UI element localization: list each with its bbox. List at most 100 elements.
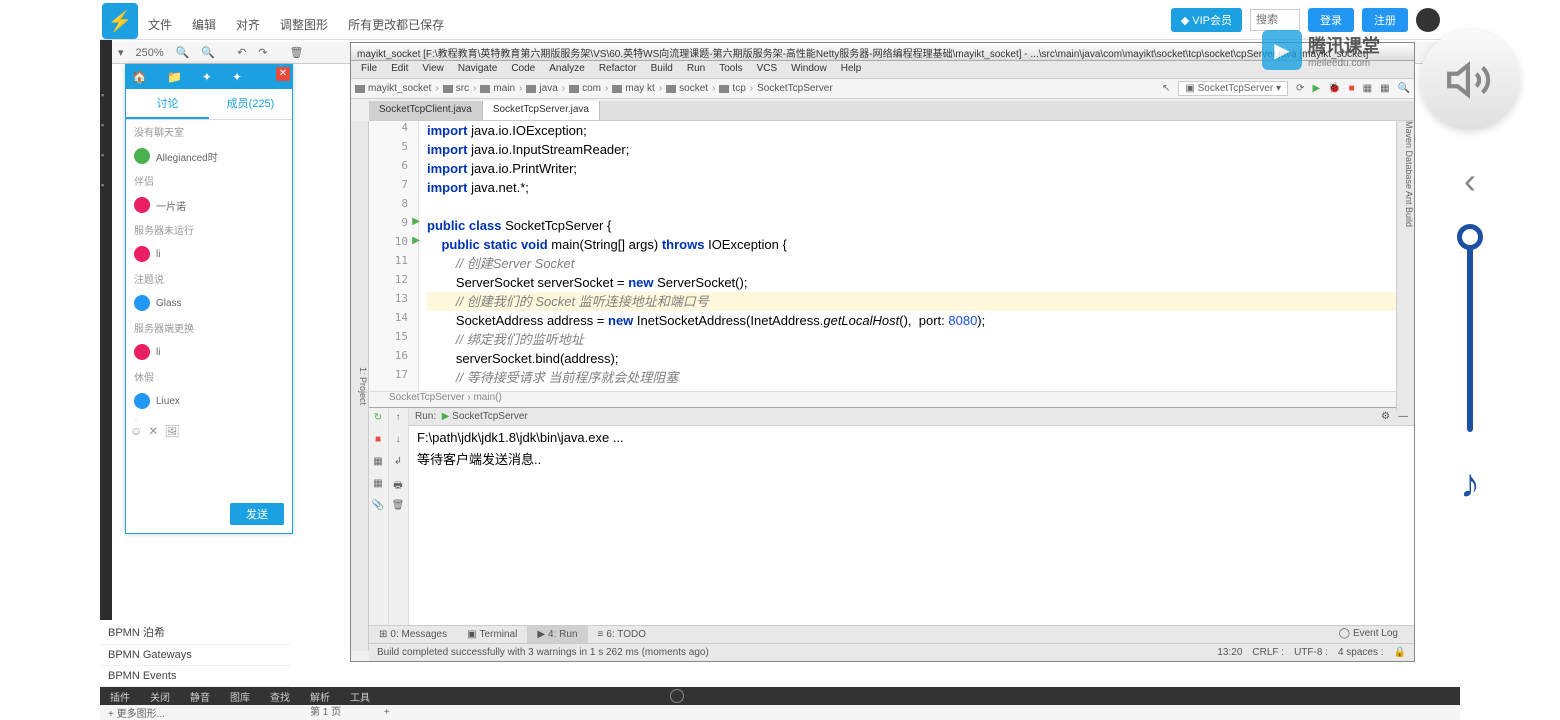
power-icon[interactable]	[670, 689, 684, 703]
search-input[interactable]	[1250, 9, 1300, 31]
encoding[interactable]: UTF-8 :	[1294, 647, 1328, 658]
search-icon[interactable]: 🔍	[1398, 83, 1410, 94]
list-item[interactable]: li	[126, 339, 292, 365]
delete-icon[interactable]: 🗑	[290, 46, 304, 59]
layout-icon[interactable]: ▦	[371, 456, 385, 470]
bc-item[interactable]: socket	[666, 83, 708, 94]
list-item[interactable]: Liuex	[126, 388, 292, 414]
list-item[interactable]: BPMN 泊希	[100, 620, 290, 645]
sidebar-icon[interactable]: ▪	[101, 180, 111, 190]
code-area[interactable]: import java.io.IOException;import java.i…	[419, 121, 1396, 391]
bc-item[interactable]: may kt	[612, 83, 654, 94]
menu-edit[interactable]: Edit	[385, 61, 414, 78]
register-button[interactable]: 注册	[1362, 8, 1408, 32]
sidebar-icon[interactable]: ▪	[101, 150, 111, 160]
image-icon[interactable]: 🖼	[164, 424, 179, 438]
menu-code[interactable]: Code	[505, 61, 541, 78]
console[interactable]: F:\path\jdk\jdk1.8\jdk\bin\java.exe ... …	[409, 426, 1414, 627]
menu-refactor[interactable]: Refactor	[593, 61, 643, 78]
gear-icon[interactable]: ⚙	[1381, 411, 1390, 422]
folder-icon[interactable]: 📁	[167, 70, 182, 84]
tab-terminal[interactable]: ▣ Terminal	[457, 626, 527, 643]
rerun-icon[interactable]: ↻	[371, 412, 385, 426]
cursor-pos[interactable]: 13:20	[1217, 647, 1242, 658]
right-tools[interactable]: Maven Database Ant Build	[1396, 121, 1414, 411]
bottom-item[interactable]: 插件	[110, 689, 130, 704]
login-button[interactable]: 登录	[1308, 8, 1354, 32]
bc-item[interactable]: java	[526, 83, 557, 94]
menu-window[interactable]: Window	[785, 61, 833, 78]
event-log[interactable]: ◯ Event Log	[1329, 626, 1408, 641]
menu-help[interactable]: Help	[835, 61, 868, 78]
add-page-icon[interactable]: +	[384, 707, 390, 718]
menu-edit[interactable]: 编辑	[182, 10, 226, 39]
stop-icon[interactable]: ■	[371, 434, 385, 448]
menu-analyze[interactable]: Analyze	[543, 61, 591, 78]
menu-vcs[interactable]: VCS	[751, 61, 784, 78]
emoji-icon[interactable]: ☺	[130, 424, 142, 438]
minimize-icon[interactable]: —	[1398, 411, 1408, 422]
bc-item[interactable]: com	[569, 83, 601, 94]
bottom-item[interactable]: 解析	[310, 689, 330, 704]
list-item[interactable]: Glass	[126, 290, 292, 316]
zoom-in-icon[interactable]: 🔍	[201, 46, 215, 59]
bottom-item[interactable]: 查找	[270, 689, 290, 704]
list-item[interactable]: 一片诺	[126, 192, 292, 218]
debug-icon[interactable]: 🐞	[1328, 83, 1340, 94]
line-sep[interactable]: CRLF :	[1252, 647, 1284, 658]
menu-align[interactable]: 对齐	[226, 10, 270, 39]
layout-icon[interactable]: ▦	[1363, 83, 1372, 94]
bc-item[interactable]: mayikt_socket	[355, 83, 431, 94]
volume-slider[interactable]	[1467, 232, 1473, 432]
home-icon[interactable]: 🏠	[132, 70, 147, 84]
menu-file[interactable]: File	[355, 61, 383, 78]
layout-icon[interactable]: ▦	[1380, 83, 1389, 94]
project-tool[interactable]: 1: Project	[351, 121, 369, 651]
stop-icon[interactable]: ■	[1349, 83, 1355, 94]
send-button[interactable]: 发送	[230, 503, 284, 525]
menu-build[interactable]: Build	[645, 61, 679, 78]
bottom-item[interactable]: 工具	[350, 689, 370, 704]
run-icon[interactable]: ▶	[1312, 83, 1320, 94]
menu-run[interactable]: Run	[681, 61, 711, 78]
music-note-icon[interactable]: ♪	[1460, 462, 1480, 507]
tab-members[interactable]: 成员(225)	[209, 89, 292, 119]
attach-icon[interactable]: 📎	[371, 500, 385, 514]
menu-tools[interactable]: Tools	[713, 61, 748, 78]
bottom-item[interactable]: 关闭	[150, 689, 170, 704]
search-icon[interactable]: ↖	[1162, 83, 1170, 94]
slider-thumb[interactable]	[1457, 224, 1483, 250]
bottom-item[interactable]: 静音	[190, 689, 210, 704]
lock-icon[interactable]: 🔒	[1394, 647, 1406, 658]
zoom-level[interactable]: 250%	[136, 47, 164, 59]
editor[interactable]: 456789▶10▶11121314151617 import java.io.…	[369, 121, 1396, 391]
bc-item[interactable]: tcp	[719, 83, 745, 94]
zoom-out-icon[interactable]: 🔍	[176, 46, 190, 59]
indent[interactable]: 4 spaces :	[1338, 647, 1384, 658]
print-icon[interactable]: 🖶	[391, 478, 405, 492]
bottom-item[interactable]: 图库	[230, 689, 250, 704]
close-icon[interactable]: ✕	[276, 67, 290, 81]
vip-badge[interactable]: ◆ VIP会员	[1171, 8, 1242, 32]
star-icon[interactable]: ✦	[232, 70, 242, 84]
sidebar-icon[interactable]: ▪	[101, 120, 111, 130]
menu-shape[interactable]: 调整图形	[270, 10, 338, 39]
bc-item[interactable]: src	[443, 83, 469, 94]
tab-run[interactable]: ▶ 4: Run	[527, 626, 587, 643]
tab-todo[interactable]: ≡ 6: TODO	[588, 626, 657, 643]
bc-item[interactable]: main	[480, 83, 515, 94]
dropdown-icon[interactable]: ▾	[118, 46, 124, 59]
editor-tab[interactable]: SocketTcpClient.java	[369, 101, 483, 120]
sidebar-icon[interactable]: ▪	[101, 90, 111, 100]
trash-icon[interactable]: 🗑	[391, 500, 405, 514]
menu-navigate[interactable]: Navigate	[452, 61, 503, 78]
list-item[interactable]: Allegianced时	[126, 143, 292, 169]
star-icon[interactable]: ✦	[202, 70, 212, 84]
editor-tab[interactable]: SocketTcpServer.java	[483, 101, 600, 120]
speaker-icon[interactable]	[1420, 30, 1520, 130]
undo-icon[interactable]: ↶	[237, 46, 246, 59]
tab-messages[interactable]: ⊞ 0: Messages	[369, 626, 457, 643]
more-shapes[interactable]: + 更多图形...	[100, 705, 173, 720]
menu-file[interactable]: 文件	[138, 10, 182, 39]
tab-discuss[interactable]: 讨论	[126, 89, 209, 119]
